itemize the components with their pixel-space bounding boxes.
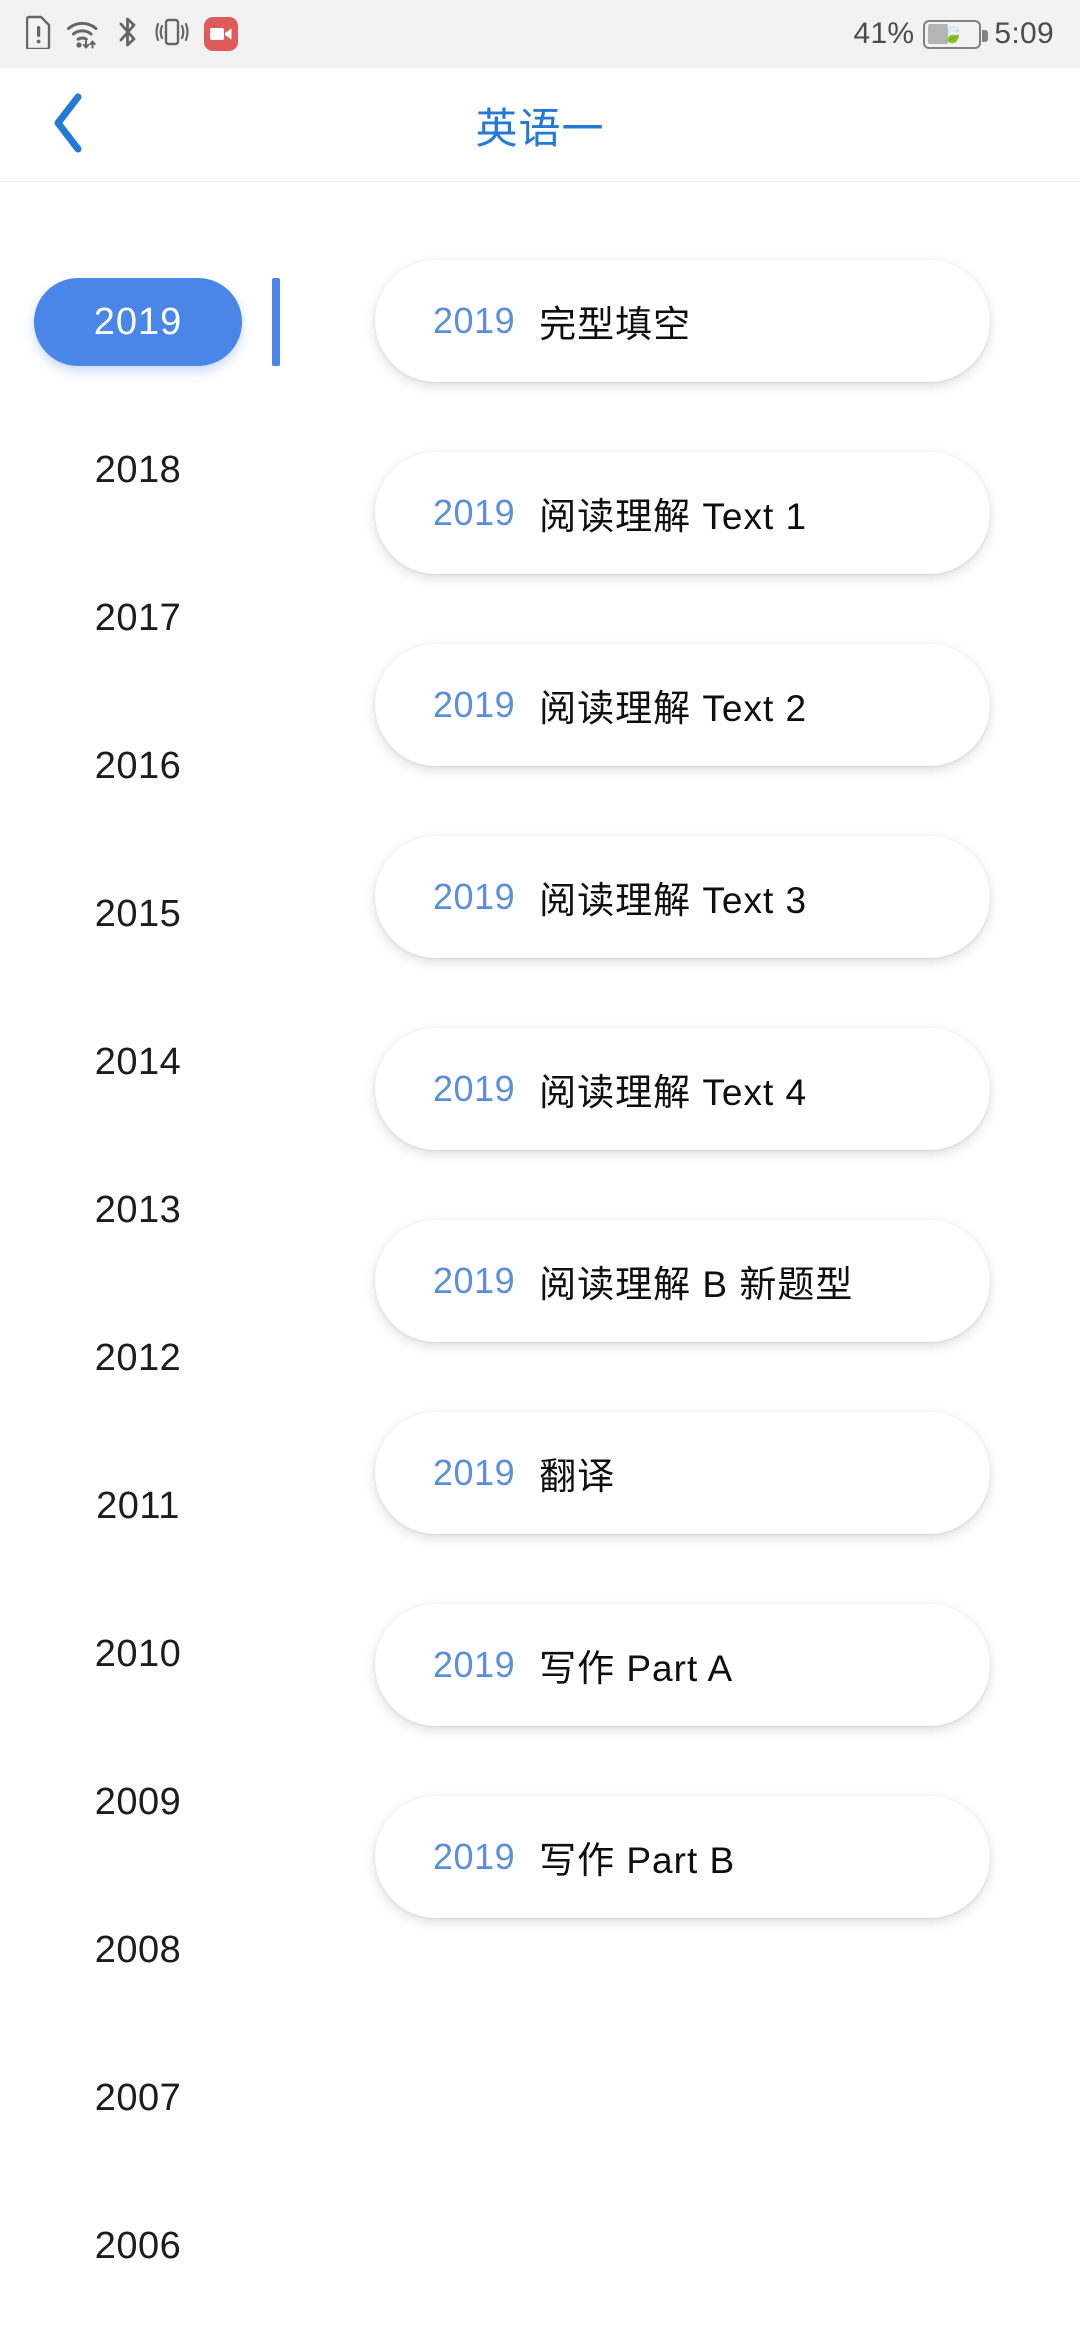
year-item-label: 2011 <box>96 1484 180 1527</box>
exam-card-year: 2019 <box>433 876 516 917</box>
exam-card-title: 写作 Part A <box>539 1648 734 1689</box>
year-item-2012[interactable]: 2012 <box>0 1314 276 1402</box>
year-item-label: 2008 <box>94 1928 182 1971</box>
year-item-2019[interactable]: 2019 <box>0 278 276 366</box>
year-item-label: 2017 <box>94 596 182 639</box>
exam-card-title: 完型填空 <box>539 304 692 345</box>
power-saver-leaf-icon: 🍃 <box>940 23 965 45</box>
exam-card-year: 2019 <box>433 1260 516 1301</box>
exam-card-year: 2019 <box>433 1068 516 1109</box>
exam-card-year: 2019 <box>433 1644 516 1685</box>
content-area: 2019 2018 2017 2016 2015 2014 2013 2012 2011 2010… <box>0 182 1080 2340</box>
year-item-2007[interactable]: 2007 <box>0 2054 276 2142</box>
exam-card-title: 阅读理解 Text 4 <box>539 1072 808 1113</box>
screen-recording-icon <box>204 17 238 51</box>
exam-card-title: 阅读理解 B 新题型 <box>539 1264 854 1305</box>
year-item-2013[interactable]: 2013 <box>0 1166 276 1254</box>
app-header: 英语一 <box>0 68 1080 182</box>
page-title: 英语一 <box>475 104 605 152</box>
exam-card[interactable]: 2019 完型填空 <box>375 260 990 382</box>
app-screen: 41% 🍃 5:09 英语一 2019 2018 2017 2016 2015 2014 2… <box>0 0 1080 2340</box>
exam-card[interactable]: 2019 阅读理解 Text 3 <box>375 836 990 958</box>
year-item-label: 2013 <box>94 1188 182 1231</box>
year-item-2014[interactable]: 2014 <box>0 1018 276 1106</box>
exam-card[interactable]: 2019 阅读理解 Text 1 <box>375 452 990 574</box>
year-item-2010[interactable]: 2010 <box>0 1610 276 1698</box>
year-item-2006[interactable]: 2006 <box>0 2202 276 2290</box>
year-item-2016[interactable]: 2016 <box>0 722 276 810</box>
exam-card[interactable]: 2019 阅读理解 Text 2 <box>375 644 990 766</box>
exam-card-year: 2019 <box>433 300 516 341</box>
battery-percent-label: 41% <box>853 17 915 50</box>
exam-card[interactable]: 2019 翻译 <box>375 1412 990 1534</box>
year-item-label: 2014 <box>94 1040 182 1083</box>
status-bar-right: 41% 🍃 5:09 <box>853 19 1054 49</box>
year-item-2018[interactable]: 2018 <box>0 426 276 514</box>
vibrate-mode-icon <box>154 15 190 54</box>
year-item-2011[interactable]: 2011 <box>0 1462 276 1550</box>
exam-card-year: 2019 <box>433 1836 516 1877</box>
year-item-label: 2015 <box>94 892 182 935</box>
exam-card-year: 2019 <box>433 684 516 725</box>
exam-card-title: 翻译 <box>539 1456 616 1497</box>
year-item-2017[interactable]: 2017 <box>0 574 276 662</box>
exam-card[interactable]: 2019 写作 Part A <box>375 1604 990 1726</box>
exam-card-title: 写作 Part B <box>539 1840 736 1881</box>
exam-card-title: 阅读理解 Text 3 <box>539 880 808 921</box>
year-item-label: 2010 <box>94 1632 182 1675</box>
sim-card-alert-icon <box>25 15 52 54</box>
year-item-label: 2018 <box>94 448 182 491</box>
year-item-2009[interactable]: 2009 <box>0 1758 276 1846</box>
year-item-label: 2006 <box>94 2224 182 2267</box>
exam-card-title: 阅读理解 Text 1 <box>539 496 808 537</box>
exam-card[interactable]: 2019 阅读理解 B 新题型 <box>375 1220 990 1342</box>
wifi-icon <box>66 15 102 54</box>
bluetooth-icon <box>116 15 140 54</box>
exam-card-title: 阅读理解 Text 2 <box>539 688 808 729</box>
year-item-label: 2007 <box>94 2076 182 2119</box>
year-item-label: 2016 <box>94 744 182 787</box>
year-item-2008[interactable]: 2008 <box>0 1906 276 1994</box>
year-item-label: 2019 <box>34 278 242 366</box>
exam-card-year: 2019 <box>433 492 516 533</box>
status-bar: 41% 🍃 5:09 <box>0 0 1080 68</box>
clock-label: 5:09 <box>994 17 1054 50</box>
year-item-2015[interactable]: 2015 <box>0 870 276 958</box>
year-rail[interactable]: 2019 2018 2017 2016 2015 2014 2013 2012 2011 2010… <box>0 182 276 2340</box>
year-item-label: 2009 <box>94 1780 182 1823</box>
exam-card[interactable]: 2019 写作 Part B <box>375 1796 990 1918</box>
exam-card[interactable]: 2019 阅读理解 Text 4 <box>375 1028 990 1150</box>
exam-card-year: 2019 <box>433 1452 516 1493</box>
year-item-label: 2012 <box>94 1336 182 1379</box>
exam-card-list[interactable]: 2019 完型填空 2019 阅读理解 Text 1 2019 阅读理解 Text 2 20… <box>300 182 1080 2340</box>
status-bar-left-icons <box>25 15 238 54</box>
battery-icon: 🍃 <box>923 19 989 49</box>
selected-year-divider <box>272 278 280 366</box>
